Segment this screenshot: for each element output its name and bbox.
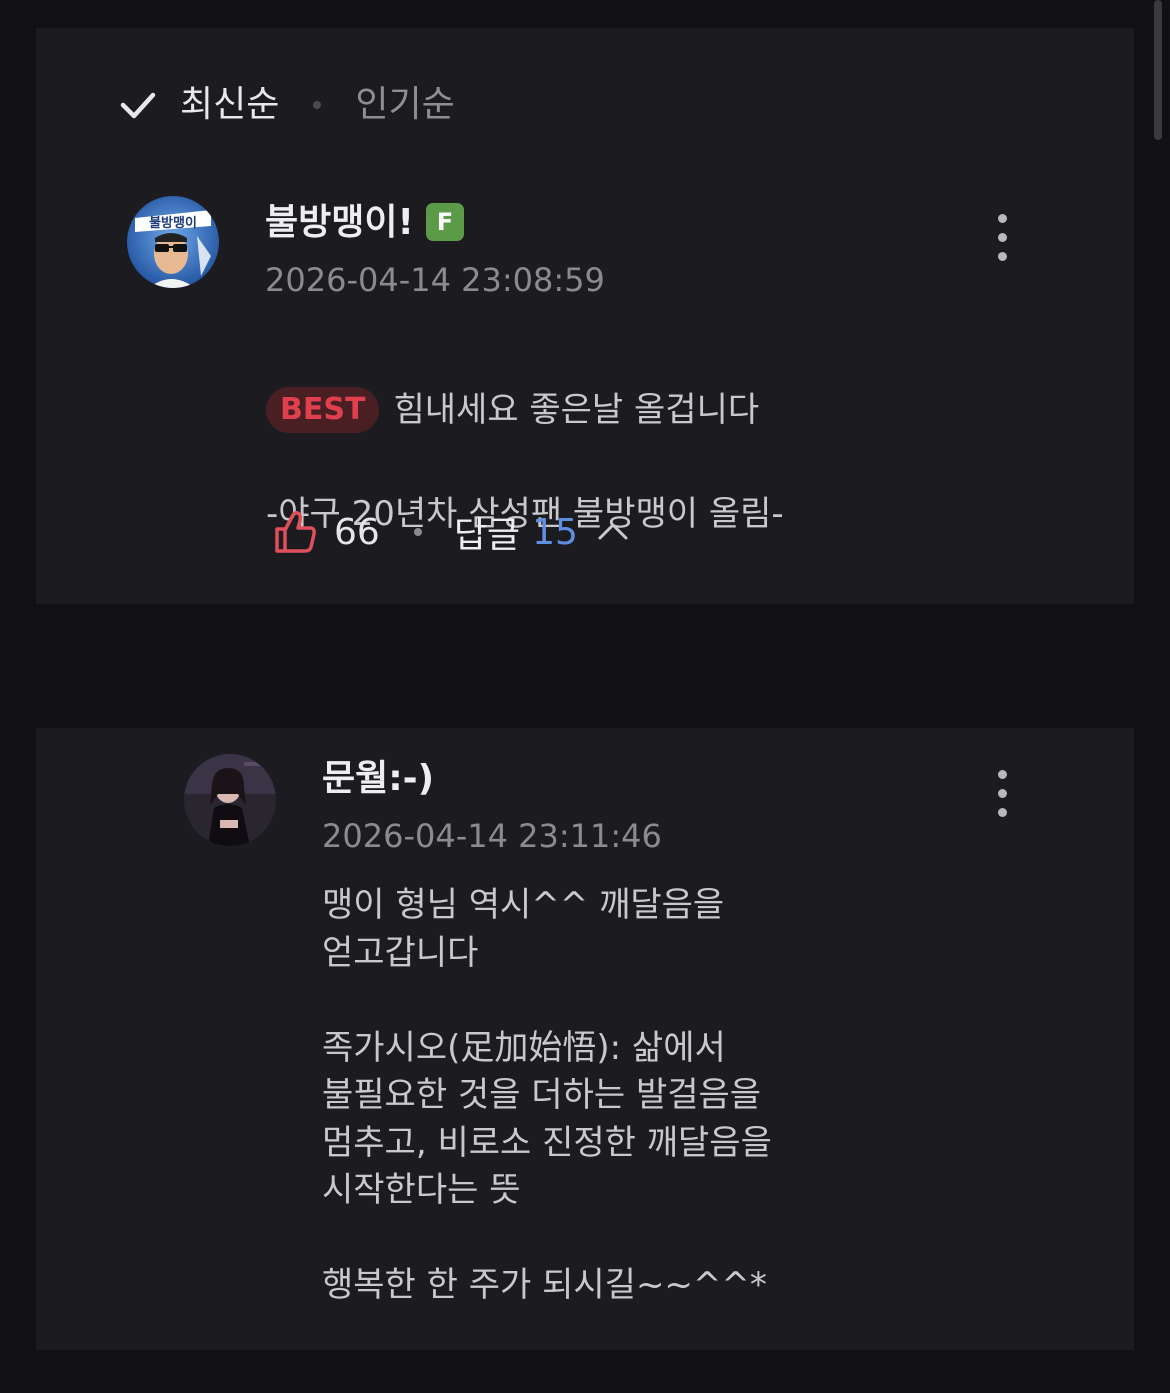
comment-author[interactable]: 불방맹이! F: [265, 200, 464, 246]
avatar-image: [184, 754, 276, 846]
reply-count[interactable]: 15: [532, 512, 578, 553]
comment-actions: 66 답글 15: [272, 506, 630, 558]
thumbs-up-icon[interactable]: [272, 509, 318, 555]
comment-line-1: BEST 힘내세요 좋은날 올겁니다: [266, 384, 784, 436]
author-name[interactable]: 불방맹이!: [265, 202, 414, 243]
more-vertical-icon[interactable]: [992, 770, 1012, 826]
comment-timestamp: 2026-04-14 23:08:59: [265, 261, 605, 299]
fan-badge: F: [425, 203, 464, 241]
reply-button[interactable]: 답글: [454, 506, 520, 558]
best-badge: BEST: [266, 387, 380, 433]
sort-popular[interactable]: 인기순: [355, 80, 454, 130]
comment-body: 맹이 형님 역시^^ 깨달음을 얻고갑니다 족가시오(足加始悟): 삶에서 불필…: [322, 885, 772, 1305]
sort-separator: [313, 101, 322, 109]
avatar[interactable]: 불방맹이: [127, 196, 219, 288]
comments-page: 최신순 인기순 불방맹이 불방맹이! F 2026-04-14 23:08:59…: [0, 0, 1170, 1393]
check-icon: [120, 92, 156, 119]
chevron-up-icon[interactable]: [596, 515, 630, 549]
comment-card-reply: 문월:-) 2026-04-14 23:11:46 맹이 형님 역시^^ 깨달음…: [36, 728, 1134, 1350]
action-separator: [413, 528, 422, 536]
avatar[interactable]: [184, 754, 276, 846]
comment-timestamp: 2026-04-14 23:11:46: [322, 817, 662, 855]
like-count: 66: [334, 511, 380, 553]
comment-author[interactable]: 문월:-): [322, 756, 434, 802]
more-vertical-icon[interactable]: [992, 214, 1012, 270]
comment-card-best: 최신순 인기순 불방맹이 불방맹이! F 2026-04-14 23:08:59…: [36, 28, 1134, 604]
comment-text-1: 힘내세요 좋은날 올겁니다: [393, 390, 760, 430]
scrollbar[interactable]: [1154, 0, 1162, 140]
avatar-label: 불방맹이: [149, 215, 197, 231]
sort-bar: 최신순 인기순: [118, 80, 455, 130]
sort-latest[interactable]: 최신순: [180, 80, 279, 130]
avatar-image: 불방맹이: [127, 196, 219, 288]
